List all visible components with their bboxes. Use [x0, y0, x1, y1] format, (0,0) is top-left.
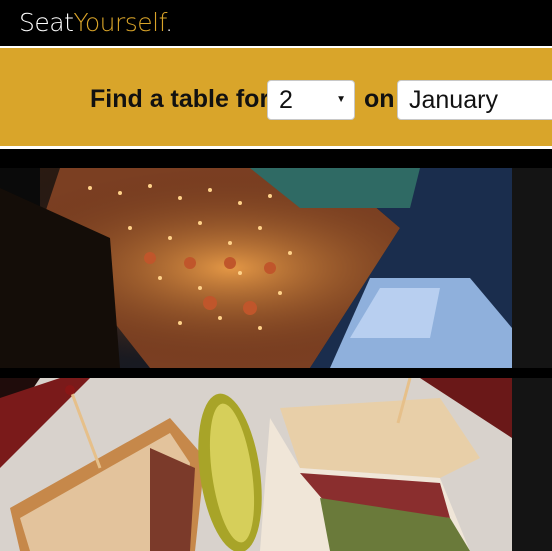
find-table-label: Find a table for [90, 85, 270, 113]
logo-dot: . [165, 8, 173, 37]
dropdown-arrow-icon: ▼ [336, 94, 346, 105]
month-value: January [409, 86, 498, 114]
party-size-value: 2 [279, 86, 293, 114]
logo[interactable]: SeatYourself. [19, 9, 173, 37]
restaurant-photo-rooftop[interactable] [0, 168, 512, 368]
restaurant-feed [0, 168, 552, 551]
month-select[interactable]: January [397, 80, 552, 120]
on-label: on [364, 85, 395, 113]
card-side-panel [512, 168, 552, 368]
top-bar: SeatYourself. [0, 0, 552, 46]
logo-text-yourself: Yourself [73, 8, 166, 37]
divider [0, 146, 552, 149]
restaurant-photo-sandwich[interactable] [0, 378, 512, 551]
logo-text-seat: Seat [19, 8, 74, 37]
party-size-select[interactable]: 2 ▼ [267, 80, 355, 120]
card-side-panel [512, 378, 552, 551]
